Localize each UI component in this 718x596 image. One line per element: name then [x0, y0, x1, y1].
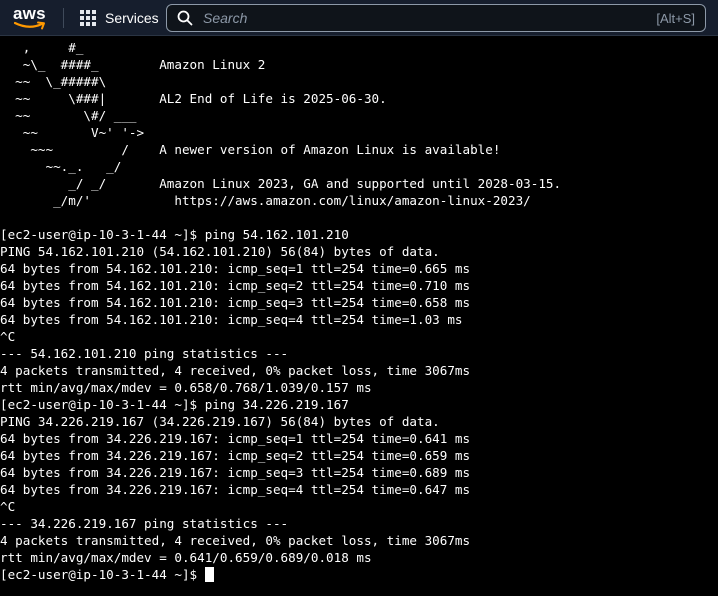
- terminal-line: ^C: [0, 499, 16, 514]
- text-cursor: [205, 567, 215, 582]
- search-input[interactable]: [203, 10, 657, 26]
- terminal-line: 64 bytes from 54.162.101.210: icmp_seq=4…: [0, 312, 463, 327]
- motd-line: _/ _/ Amazon Linux 2023, GA and supporte…: [0, 176, 562, 191]
- motd-line: ~~~ / A newer version of Amazon Linux is…: [0, 142, 501, 157]
- terminal-line: --- 34.226.219.167 ping statistics ---: [0, 516, 289, 531]
- motd-line: ~~ \#/ ___: [0, 108, 137, 123]
- services-menu-button[interactable]: Services: [80, 0, 159, 36]
- terminal-line: 64 bytes from 34.226.219.167: icmp_seq=2…: [0, 448, 471, 463]
- terminal-line: 64 bytes from 54.162.101.210: icmp_seq=1…: [0, 261, 471, 276]
- terminal-line: [ec2-user@ip-10-3-1-44 ~]$ ping 34.226.2…: [0, 397, 349, 412]
- terminal-line: PING 54.162.101.210 (54.162.101.210) 56(…: [0, 244, 440, 259]
- motd-line: ~~ \###| AL2 End of Life is 2025-06-30.: [0, 91, 387, 106]
- motd-line: ~~._. _/: [0, 159, 122, 174]
- terminal-line: 4 packets transmitted, 4 received, 0% pa…: [0, 533, 471, 548]
- terminal-line: PING 34.226.219.167 (34.226.219.167) 56(…: [0, 414, 440, 429]
- terminal-line: --- 54.162.101.210 ping statistics ---: [0, 346, 289, 361]
- motd-banner: , #_ ~\_ ####_ Amazon Linux 2 ~~ \_#####…: [0, 39, 561, 209]
- terminal-line: 64 bytes from 54.162.101.210: icmp_seq=3…: [0, 295, 471, 310]
- terminal-line: 64 bytes from 34.226.219.167: icmp_seq=3…: [0, 465, 471, 480]
- aws-logo[interactable]: aws: [13, 4, 49, 30]
- terminal-line: 4 packets transmitted, 4 received, 0% pa…: [0, 363, 471, 378]
- motd-line: , #_: [0, 40, 84, 55]
- terminal-window[interactable]: , #_ ~\_ ####_ Amazon Linux 2 ~~ \_#####…: [0, 37, 718, 596]
- search-shortcut-hint: [Alt+S]: [656, 10, 695, 26]
- terminal-line: rtt min/avg/max/mdev = 0.658/0.768/1.039…: [0, 380, 372, 395]
- terminal-line: [ec2-user@ip-10-3-1-44 ~]$ ping 54.162.1…: [0, 227, 349, 242]
- active-prompt-line[interactable]: [ec2-user@ip-10-3-1-44 ~]$: [0, 566, 470, 583]
- motd-line: _/m/' https://aws.amazon.com/linux/amazo…: [0, 193, 531, 208]
- search-icon: [177, 10, 193, 26]
- header-divider: [63, 8, 64, 28]
- grid-icon: [80, 10, 96, 26]
- services-label: Services: [105, 10, 159, 26]
- terminal-line: 64 bytes from 34.226.219.167: icmp_seq=1…: [0, 431, 471, 446]
- terminal-line: ^C: [0, 329, 16, 344]
- motd-line: ~~ V~' '->: [0, 125, 145, 140]
- terminal-line: rtt min/avg/max/mdev = 0.641/0.659/0.689…: [0, 550, 372, 565]
- terminal-line: 64 bytes from 54.162.101.210: icmp_seq=2…: [0, 278, 471, 293]
- aws-console-header: aws Services [Alt+S]: [0, 0, 718, 36]
- search-bar[interactable]: [Alt+S]: [166, 4, 706, 32]
- aws-smile-icon: [14, 21, 45, 30]
- terminal-output: [ec2-user@ip-10-3-1-44 ~]$ ping 54.162.1…: [0, 226, 470, 583]
- terminal-line: 64 bytes from 34.226.219.167: icmp_seq=4…: [0, 482, 471, 497]
- shell-prompt: [ec2-user@ip-10-3-1-44 ~]$: [0, 567, 198, 582]
- motd-line: ~\_ ####_ Amazon Linux 2: [0, 57, 266, 72]
- motd-line: ~~ \_#####\: [0, 74, 107, 89]
